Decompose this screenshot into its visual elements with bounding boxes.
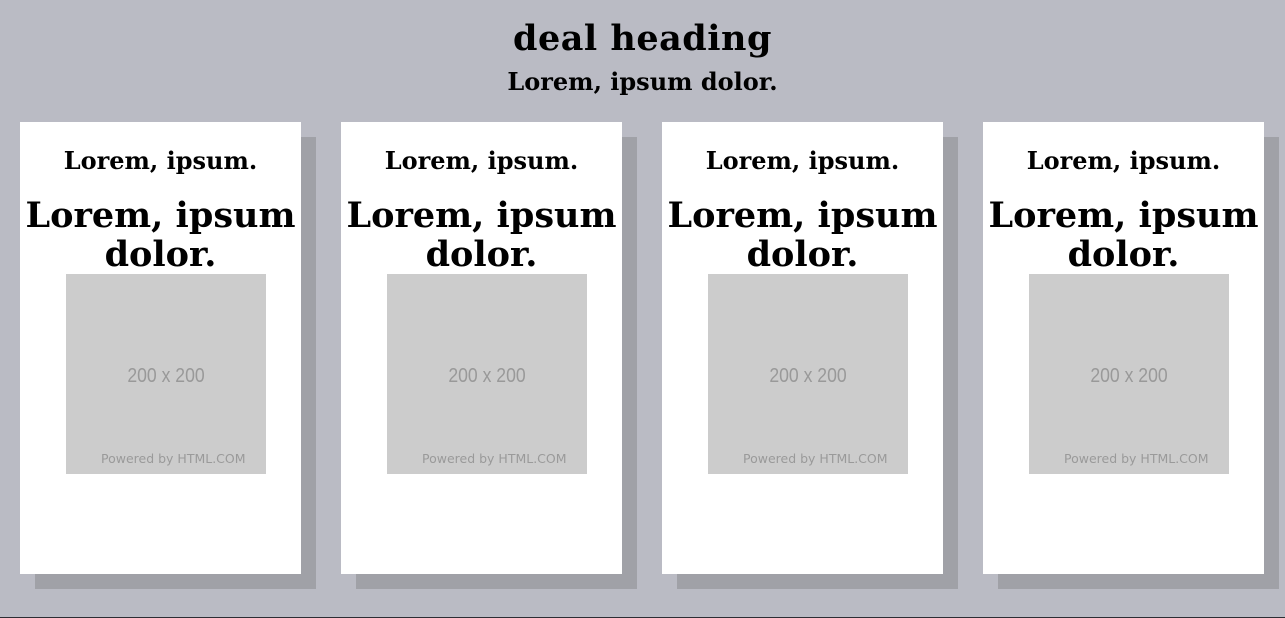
placeholder-image: 200 x 200 Powered by HTML.COM [66,274,266,474]
card-big-title: Lorem, ipsum dolor. [667,195,938,275]
card-body: Lorem, ipsum. Lorem, ipsum dolor. 200 x … [20,122,301,574]
placeholder-size-text: 200 x 200 [448,365,526,387]
deal-card-3: Lorem, ipsum. Lorem, ipsum dolor. 200 x … [662,122,958,589]
card-body: Lorem, ipsum. Lorem, ipsum dolor. 200 x … [662,122,943,574]
placeholder-image: 200 x 200 Powered by HTML.COM [387,274,587,474]
placeholder-size-text: 200 x 200 [1090,365,1168,387]
placeholder-powered-text: Powered by HTML.COM [101,451,246,466]
deal-card-2: Lorem, ipsum. Lorem, ipsum dolor. 200 x … [341,122,637,589]
card-big-title: Lorem, ipsum dolor. [346,195,617,275]
card-big-title: Lorem, ipsum dolor. [25,195,296,275]
placeholder-size-text: 200 x 200 [127,365,205,387]
card-small-title: Lorem, ipsum. [705,146,900,175]
page-subheading: Lorem, ipsum dolor. [507,67,778,96]
card-body: Lorem, ipsum. Lorem, ipsum dolor. 200 x … [341,122,622,574]
card-small-title: Lorem, ipsum. [63,146,258,175]
placeholder-powered-text: Powered by HTML.COM [743,451,888,466]
deal-card-4: Lorem, ipsum. Lorem, ipsum dolor. 200 x … [983,122,1279,589]
page-heading: deal heading [513,18,772,59]
placeholder-powered-text: Powered by HTML.COM [422,451,567,466]
card-big-title: Lorem, ipsum dolor. [988,195,1259,275]
card-small-title: Lorem, ipsum. [1026,146,1221,175]
placeholder-image: 200 x 200 Powered by HTML.COM [1029,274,1229,474]
placeholder-size-text: 200 x 200 [769,365,847,387]
card-body: Lorem, ipsum. Lorem, ipsum dolor. 200 x … [983,122,1264,574]
placeholder-powered-text: Powered by HTML.COM [1064,451,1209,466]
placeholder-image: 200 x 200 Powered by HTML.COM [708,274,908,474]
deal-card-1: Lorem, ipsum. Lorem, ipsum dolor. 200 x … [20,122,316,589]
card-small-title: Lorem, ipsum. [384,146,579,175]
